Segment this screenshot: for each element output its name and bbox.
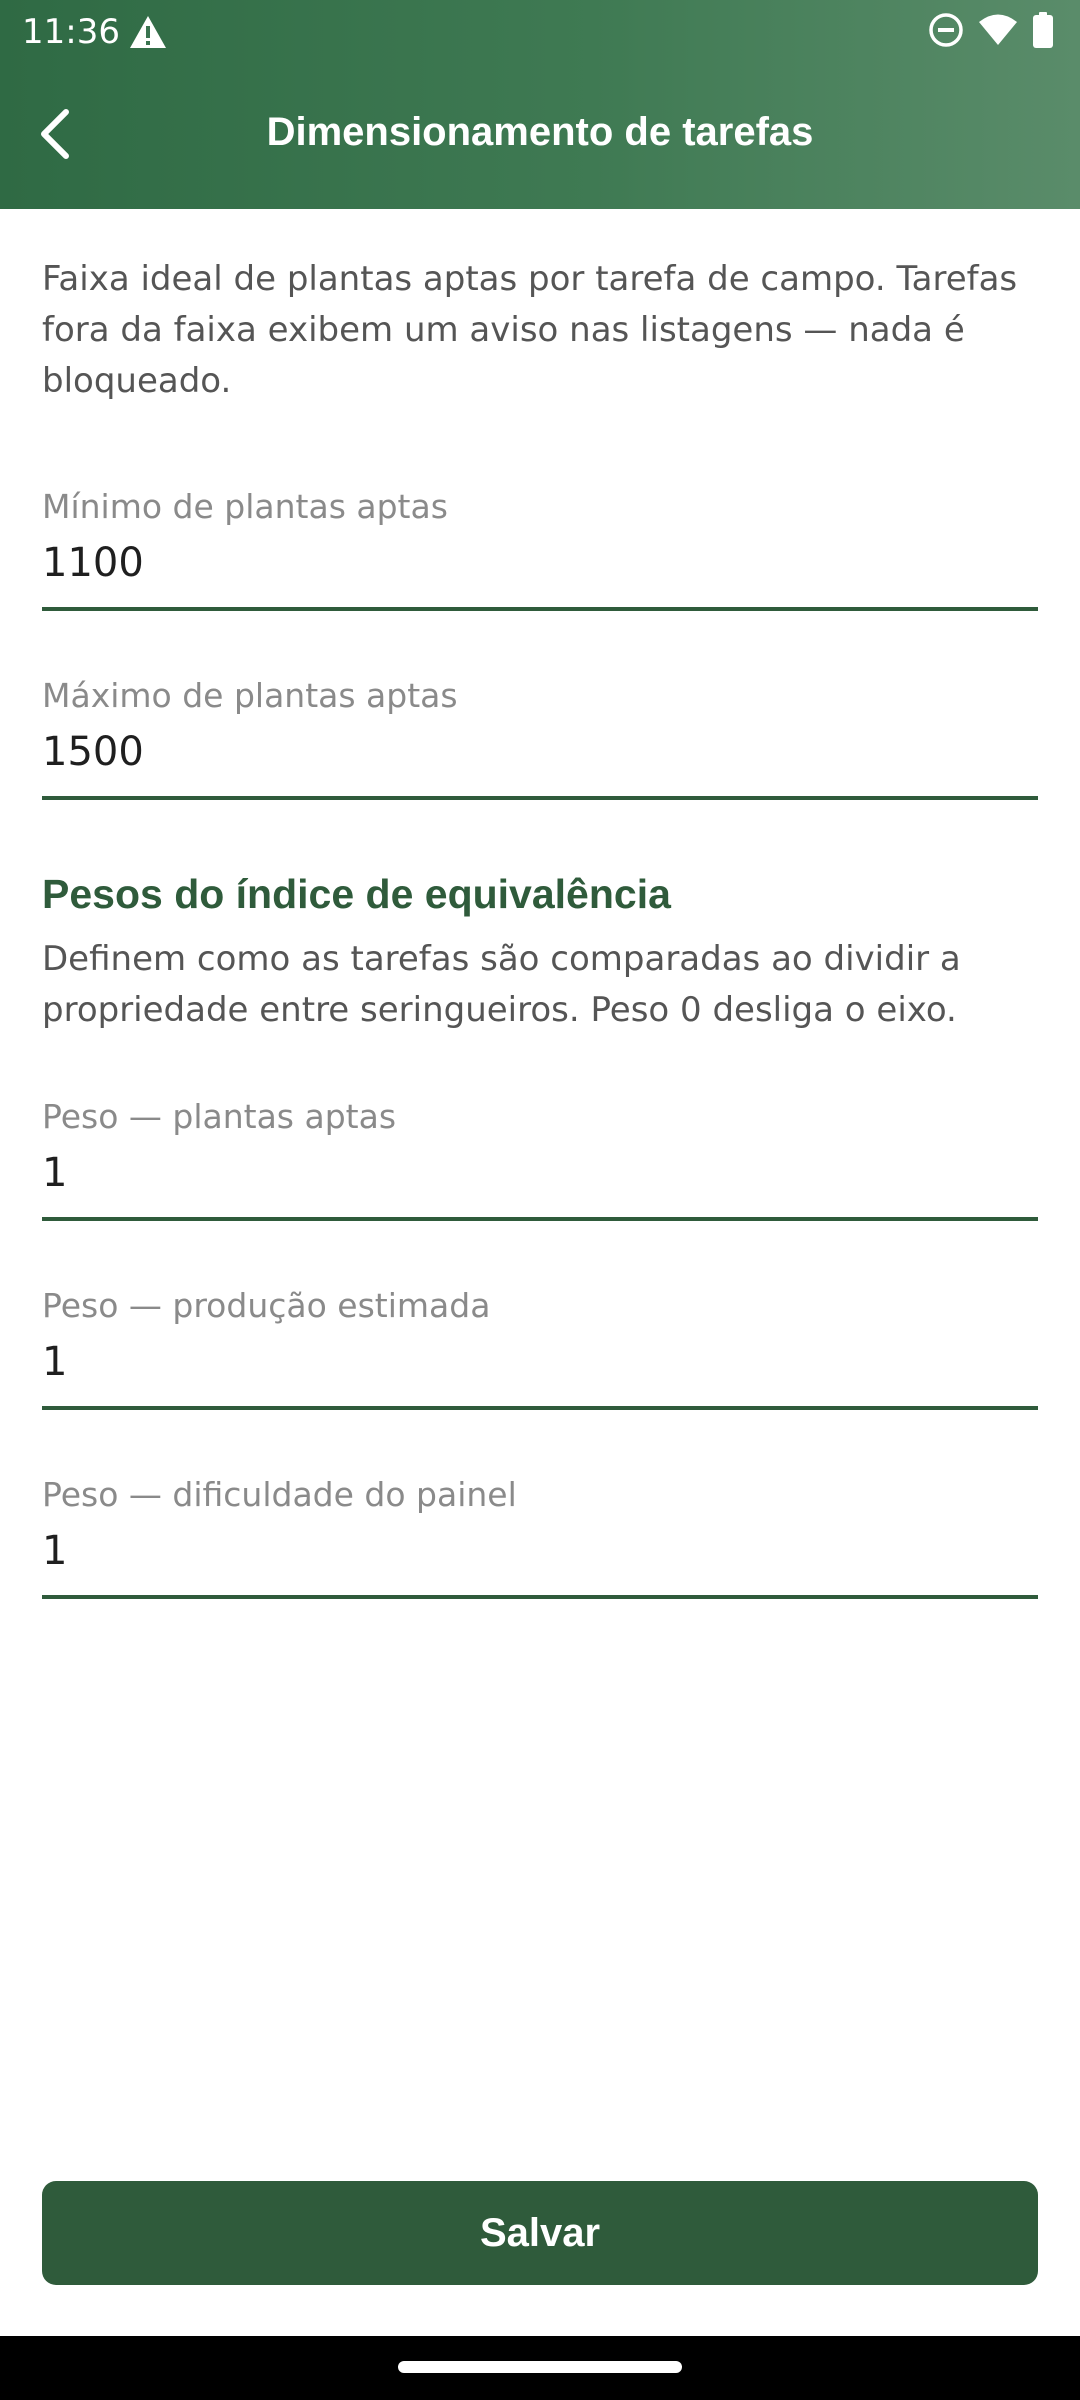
weight-difficulty-field: Peso — dificuldade do painel	[42, 1473, 1038, 1599]
weights-section-description: Definem como as tarefas são comparadas a…	[42, 939, 961, 1030]
weight-plants-field: Peso — plantas aptas	[42, 1095, 1038, 1221]
weight-plants-input[interactable]	[42, 1145, 1038, 1201]
min-plants-field: Mínimo de plantas aptas	[42, 485, 1038, 611]
warning-icon	[128, 14, 168, 50]
intro-text: Faixa ideal de plantas aptas por tarefa …	[42, 259, 1018, 401]
wifi-icon	[978, 13, 1018, 51]
status-time: 11:36	[22, 12, 120, 52]
status-bar: 11:36	[0, 0, 1080, 64]
back-button[interactable]	[20, 100, 92, 172]
weight-plants-label: Peso — plantas aptas	[42, 1097, 397, 1136]
weight-difficulty-label: Peso — dificuldade do painel	[42, 1475, 517, 1514]
system-nav-bar	[0, 2336, 1080, 2400]
chevron-left-icon	[36, 108, 76, 164]
home-indicator[interactable]	[398, 2361, 682, 2373]
min-plants-label: Mínimo de plantas aptas	[42, 487, 448, 526]
settings-form: Faixa ideal de plantas aptas por tarefa …	[42, 209, 1038, 1599]
weight-production-field: Peso — produção estimada	[42, 1284, 1038, 1410]
header: 11:36 Dimensionamento de tarefas	[0, 0, 1080, 209]
battery-icon	[1032, 12, 1054, 52]
max-plants-field: Máximo de plantas aptas	[42, 674, 1038, 800]
do-not-disturb-icon	[928, 12, 964, 52]
app-screen: 11:36 Dimensionamento de tarefas Faixa i…	[0, 0, 1080, 2400]
max-plants-input[interactable]	[42, 724, 1038, 780]
weight-difficulty-input[interactable]	[42, 1523, 1038, 1579]
weight-production-input[interactable]	[42, 1334, 1038, 1390]
save-button[interactable]: Salvar	[42, 2181, 1038, 2285]
page-title: Dimensionamento de tarefas	[266, 110, 814, 154]
app-bar: Dimensionamento de tarefas	[0, 64, 1080, 209]
status-icons	[928, 12, 1054, 52]
weights-section-title: Pesos do índice de equivalência	[42, 871, 671, 917]
max-plants-label: Máximo de plantas aptas	[42, 676, 458, 715]
weight-production-label: Peso — produção estimada	[42, 1286, 491, 1325]
min-plants-input[interactable]	[42, 535, 1038, 591]
